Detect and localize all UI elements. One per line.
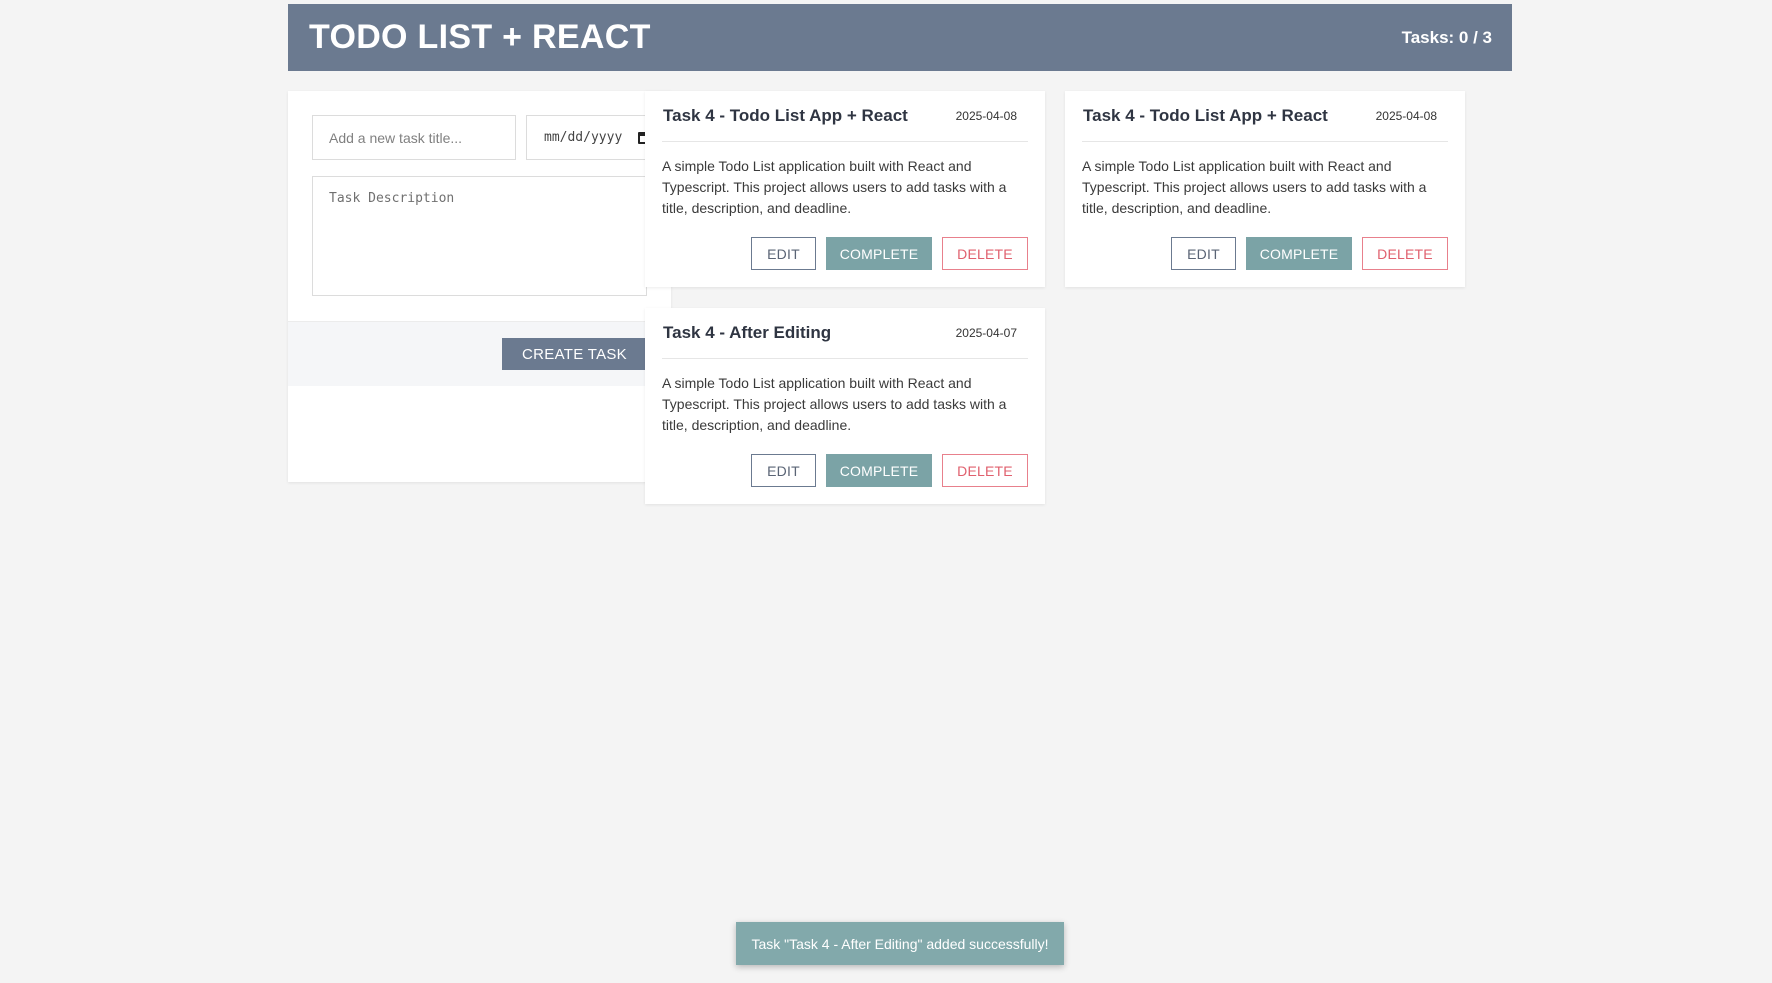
task-form-footer: CREATE TASK — [288, 321, 671, 386]
task-actions: EDIT COMPLETE DELETE — [751, 237, 1028, 270]
task-date: 2025-04-08 — [955, 109, 1017, 123]
task-card: Task 4 - Todo List App + React 2025-04-0… — [1065, 91, 1465, 287]
todo-app: TODO LIST + REACT Tasks: 0 / 3 mm/dd/yyy… — [288, 4, 1512, 971]
task-date-input[interactable]: mm/dd/yyyy — [526, 115, 653, 160]
task-form-fields: mm/dd/yyyy — [288, 91, 671, 321]
date-placeholder: mm/dd/yyyy — [544, 130, 623, 145]
edit-button[interactable]: EDIT — [1171, 237, 1236, 270]
delete-button[interactable]: DELETE — [942, 237, 1028, 270]
task-description-input[interactable] — [312, 176, 647, 296]
task-actions: EDIT COMPLETE DELETE — [751, 454, 1028, 487]
task-description: A simple Todo List application built wit… — [662, 158, 1007, 216]
edit-button[interactable]: EDIT — [751, 454, 816, 487]
task-count: Tasks: 0 / 3 — [1401, 27, 1492, 47]
complete-button[interactable]: COMPLETE — [826, 454, 932, 487]
toast-notification: Task "Task 4 - After Editing" added succ… — [736, 922, 1064, 965]
task-card-header: Task 4 - After Editing 2025-04-07 — [662, 308, 1028, 359]
task-title: Task 4 - After Editing — [663, 323, 832, 342]
complete-button[interactable]: COMPLETE — [1246, 237, 1352, 270]
task-card: Task 4 - Todo List App + React 2025-04-0… — [645, 91, 1045, 287]
delete-button[interactable]: DELETE — [942, 454, 1028, 487]
task-card: Task 4 - After Editing 2025-04-07 A simp… — [645, 308, 1045, 504]
task-description: A simple Todo List application built wit… — [1082, 158, 1427, 216]
task-card-header: Task 4 - Todo List App + React 2025-04-0… — [662, 91, 1028, 142]
task-title: Task 4 - Todo List App + React — [663, 106, 908, 125]
task-title-input[interactable] — [312, 115, 516, 160]
app-header: TODO LIST + REACT Tasks: 0 / 3 — [288, 4, 1512, 71]
delete-button[interactable]: DELETE — [1362, 237, 1448, 270]
task-date: 2025-04-07 — [955, 326, 1017, 340]
page-title: TODO LIST + REACT — [309, 18, 651, 56]
task-card-header: Task 4 - Todo List App + React 2025-04-0… — [1082, 91, 1448, 142]
task-form: mm/dd/yyyy CREATE TASK — [288, 91, 671, 482]
create-task-button[interactable]: CREATE TASK — [502, 338, 647, 370]
task-actions: EDIT COMPLETE DELETE — [1171, 237, 1448, 270]
task-title: Task 4 - Todo List App + React — [1083, 106, 1328, 125]
task-date: 2025-04-08 — [1375, 109, 1437, 123]
complete-button[interactable]: COMPLETE — [826, 237, 932, 270]
task-description: A simple Todo List application built wit… — [662, 375, 1007, 433]
task-form-row: mm/dd/yyyy — [312, 115, 653, 160]
main-content: mm/dd/yyyy CREATE TASK Task 4 - Todo Lis… — [288, 71, 1512, 971]
edit-button[interactable]: EDIT — [751, 237, 816, 270]
